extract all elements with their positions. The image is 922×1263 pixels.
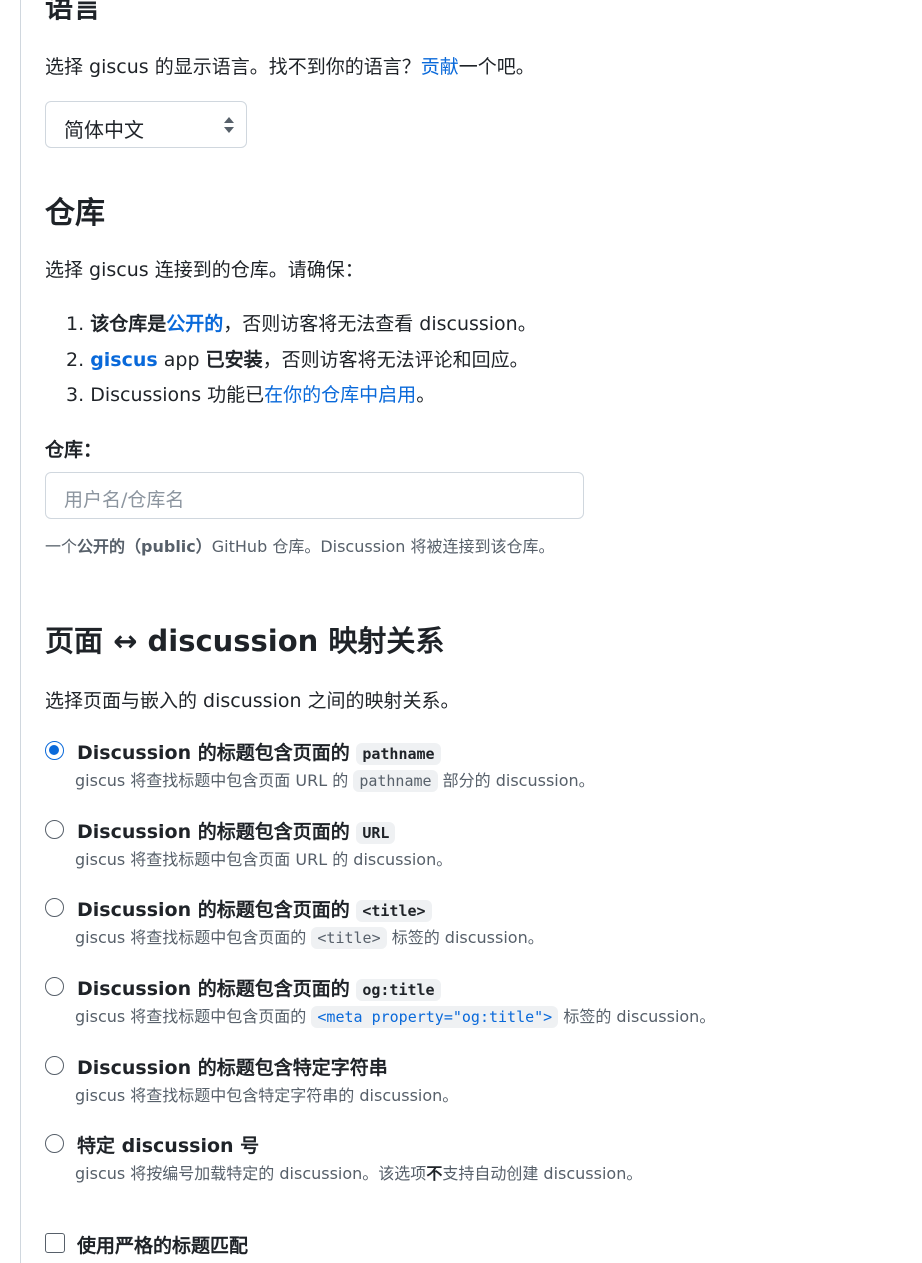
strict-matching-checkbox[interactable] (45, 1233, 65, 1253)
mapping-option-og-title[interactable]: Discussion 的标题包含页面的 og:title giscus 将查找标… (45, 974, 865, 1034)
option-title: Discussion 的标题包含页面的 og:title (77, 974, 441, 1001)
mapping-description: 选择页面与嵌入的 discussion 之间的映射关系。 (45, 690, 460, 712)
option-description: giscus 将查找标题中包含特定字符串的 discussion。 (75, 1086, 459, 1105)
option-title: Discussion 的标题包含页面的 URL (77, 817, 396, 844)
mapping-option-specific-term[interactable]: Discussion 的标题包含特定字符串 giscus 将查找标题中包含特定字… (45, 1053, 845, 1113)
radio-number[interactable] (45, 1134, 64, 1153)
option-title: Discussion 的标题包含页面的 <title> (77, 895, 432, 922)
requirement-item-3: 3. Discussions 功能已在你的仓库中启用。 (66, 384, 436, 406)
requirement-item-1: 1. 该仓库是公开的，否则访客将无法查看 discussion。 (66, 313, 537, 335)
select-arrows-icon (224, 117, 234, 133)
contribute-link[interactable]: 贡献 (421, 56, 459, 78)
repository-description: 选择 giscus 连接到的仓库。请确保： (45, 259, 364, 281)
strict-matching-option[interactable]: 使用严格的标题匹配 (45, 1231, 845, 1263)
option-title: Discussion 的标题包含特定字符串 (77, 1057, 388, 1079)
public-link[interactable]: 公开的 (166, 313, 223, 335)
option-description: giscus 将查找标题中包含页面 URL 的 discussion。 (75, 850, 453, 869)
mapping-option-number[interactable]: 特定 discussion 号 giscus 将按编号加载特定的 discuss… (45, 1131, 845, 1191)
mapping-heading: 页面 ↔ discussion 映射关系 (45, 624, 445, 658)
option-description: giscus 将按编号加载特定的 discussion。该选项不支持自动创建 d… (75, 1164, 643, 1183)
language-heading: 语言 (45, 0, 102, 24)
language-description: 选择 giscus 的显示语言。找不到你的语言？贡献一个吧。 (45, 56, 535, 78)
option-description: giscus 将查找标题中包含页面的 <title> 标签的 discussio… (75, 927, 544, 949)
option-title: Discussion 的标题包含页面的 pathname (77, 738, 441, 765)
left-border (20, 0, 21, 1263)
radio-og-title[interactable] (45, 977, 64, 996)
language-select[interactable]: 简体中文 (45, 101, 247, 148)
repository-input-placeholder: 用户名/仓库名 (64, 489, 185, 511)
giscus-app-link[interactable]: giscus (90, 349, 158, 371)
option-description: giscus 将查找标题中包含页面的 <meta property="og:ti… (75, 1006, 716, 1028)
radio-url[interactable] (45, 820, 64, 839)
repository-input[interactable]: 用户名/仓库名 (45, 472, 584, 519)
mapping-option-url[interactable]: Discussion 的标题包含页面的 URL giscus 将查找标题中包含页… (45, 817, 845, 877)
option-description: giscus 将查找标题中包含页面 URL 的 pathname 部分的 dis… (75, 770, 595, 792)
option-title: 特定 discussion 号 (77, 1135, 260, 1157)
enable-discussions-link[interactable]: 在你的仓库中启用 (264, 384, 416, 406)
radio-title[interactable] (45, 898, 64, 917)
strict-matching-label: 使用严格的标题匹配 (77, 1235, 249, 1257)
radio-specific-term[interactable] (45, 1056, 64, 1075)
requirement-item-2: 2. giscus app 已安装，否则访客将无法评论和回应。 (66, 349, 529, 371)
mapping-option-title[interactable]: Discussion 的标题包含页面的 <title> giscus 将查找标题… (45, 895, 845, 955)
repository-field-label: 仓库： (45, 439, 103, 461)
repository-heading: 仓库 (45, 196, 105, 231)
mapping-option-pathname[interactable]: Discussion 的标题包含页面的 pathname giscus 将查找标… (45, 738, 845, 798)
repository-hint: 一个公开的（public）GitHub 仓库。Discussion 将被连接到该… (45, 537, 555, 556)
radio-pathname[interactable] (45, 741, 64, 760)
language-select-value: 简体中文 (64, 118, 144, 142)
